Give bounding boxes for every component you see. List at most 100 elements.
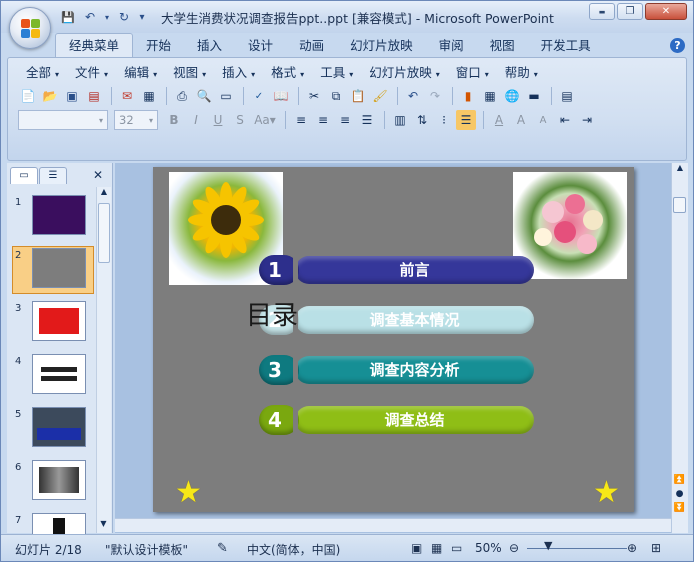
menu-item-2[interactable]: 编辑 ▾ [116, 64, 165, 82]
editor-vertical-scrollbar[interactable]: ▲ ⏫ ● ⏬ [671, 163, 688, 533]
tab-slides[interactable]: ▭ [10, 167, 38, 184]
tab-1[interactable]: 开始 [133, 35, 184, 57]
minimize-button[interactable]: ▬ [589, 3, 615, 20]
scroll-up-icon[interactable]: ▲ [672, 163, 688, 177]
page-setup-icon[interactable]: ▭ [216, 86, 236, 106]
save-icon[interactable]: ▣ [62, 86, 82, 106]
redo-icon[interactable]: ↻ [115, 9, 133, 25]
increase-indent-icon[interactable]: ⇥ [577, 110, 597, 130]
restore-button[interactable]: ❐ [617, 3, 643, 20]
publish-icon[interactable]: ▦ [139, 86, 159, 106]
tab-0[interactable]: 经典菜单 [55, 33, 134, 57]
paste-icon[interactable]: 📋 [348, 86, 368, 106]
tab-outline[interactable]: ☰ [39, 167, 67, 184]
menu-item-0[interactable]: 全部 ▾ [18, 64, 67, 82]
tab-8[interactable]: 开发工具 [528, 35, 604, 57]
slide-canvas[interactable]: 目录 前言 1 调查基本情况 2 调查内容分析 3 调查总结 4 ★ ★ [153, 167, 634, 512]
tab-3[interactable]: 设计 [235, 35, 286, 57]
menu-item-5[interactable]: 格式 ▾ [263, 64, 312, 82]
slide-show-view-icon[interactable]: ▭ [451, 541, 462, 555]
close-button[interactable]: ✕ [645, 3, 687, 20]
copy-icon[interactable]: ⧉ [326, 86, 346, 106]
text-direction-icon[interactable]: ⇅ [412, 110, 432, 130]
align-right-icon[interactable]: ≡ [335, 110, 355, 130]
research-icon[interactable]: 📖 [271, 86, 291, 106]
font-color-icon[interactable]: A [489, 110, 509, 130]
save-icon[interactable]: 💾 [59, 9, 77, 25]
menu-item-1[interactable]: 文件 ▾ [67, 64, 116, 82]
slide-thumbnail[interactable] [32, 301, 86, 341]
slide-thumbnail[interactable] [32, 407, 86, 447]
tab-6[interactable]: 审阅 [426, 35, 477, 57]
office-button[interactable] [9, 7, 51, 49]
slide-title[interactable]: 目录 [246, 295, 298, 332]
permission-icon[interactable]: ▤ [84, 86, 104, 106]
zoom-slider-thumb[interactable]: ▼ [544, 539, 552, 552]
slide-sorter-view-icon[interactable]: ▦ [431, 541, 442, 555]
undo-icon[interactable]: ↶ [403, 86, 423, 106]
open-icon[interactable]: 📂 [40, 86, 60, 106]
slide-thumbnail[interactable] [32, 354, 86, 394]
toc-item-3[interactable]: 调查内容分析 3 [259, 355, 534, 385]
cut-icon[interactable]: ✂ [304, 86, 324, 106]
format-painter-icon[interactable]: 🖌 [370, 86, 390, 106]
decrease-indent-icon[interactable]: ⇤ [555, 110, 575, 130]
select-browse-object-icon[interactable]: ● [672, 489, 687, 499]
customize-qat-icon[interactable]: ▾ [137, 9, 147, 25]
slide-thumbnail[interactable] [32, 195, 86, 235]
grow-font-icon[interactable]: A [511, 110, 531, 130]
scroll-thumb[interactable] [98, 203, 110, 263]
columns-icon[interactable]: ▥ [390, 110, 410, 130]
scroll-down-icon[interactable]: ▼ [97, 519, 110, 533]
thumbnail-scrollbar[interactable]: ▲ ▼ [96, 187, 111, 533]
shadow-icon[interactable]: S [230, 110, 250, 130]
change-case-icon[interactable]: Aa▾ [252, 110, 278, 130]
chart-icon[interactable]: ▮ [458, 86, 478, 106]
table-icon[interactable]: ▦ [480, 86, 500, 106]
font-size-combo[interactable]: 32 ▾ [114, 110, 158, 130]
menu-item-6[interactable]: 工具 ▾ [312, 64, 361, 82]
scroll-up-icon[interactable]: ▲ [97, 187, 111, 201]
toc-item-4[interactable]: 调查总结 4 [259, 405, 534, 435]
scroll-thumb[interactable] [673, 197, 686, 213]
zoom-out-icon[interactable]: ⊖ [509, 541, 519, 555]
slide-thumbnail[interactable] [32, 248, 86, 288]
toc-item-1[interactable]: 前言 1 [259, 255, 534, 285]
next-slide-icon[interactable]: ⏬ [672, 503, 687, 513]
menu-item-4[interactable]: 插入 ▾ [214, 64, 263, 82]
toc-item-2[interactable]: 调查基本情况 2 [259, 305, 534, 335]
menu-item-8[interactable]: 窗口 ▾ [448, 64, 497, 82]
italic-icon[interactable]: I [186, 110, 206, 130]
email-icon[interactable]: ✉ [117, 86, 137, 106]
numbering-icon[interactable]: ☰ [456, 110, 476, 130]
language-indicator[interactable]: 中文(简体，中国) [247, 541, 340, 558]
print-icon[interactable]: ⎙ [172, 86, 192, 106]
menu-item-7[interactable]: 幻灯片放映 ▾ [361, 64, 448, 82]
close-pane-icon[interactable]: ✕ [93, 168, 103, 182]
horizontal-scrollbar[interactable] [115, 518, 671, 532]
help-icon[interactable]: ? [670, 38, 685, 53]
color-grayscale-icon[interactable]: ▬ [524, 86, 544, 106]
font-name-combo[interactable]: ▾ [18, 110, 108, 130]
new-icon[interactable]: 📄 [18, 86, 38, 106]
align-center-icon[interactable]: ≡ [313, 110, 333, 130]
bold-icon[interactable]: B [164, 110, 184, 130]
fit-to-window-icon[interactable]: ⊞ [651, 541, 661, 555]
zoom-level[interactable]: 50% [475, 541, 502, 555]
tab-4[interactable]: 动画 [286, 35, 337, 57]
tab-7[interactable]: 视图 [477, 35, 528, 57]
spelling-icon[interactable]: ✓ [249, 86, 269, 106]
undo-icon[interactable]: ↶ [81, 9, 99, 25]
tab-2[interactable]: 插入 [184, 35, 235, 57]
print-preview-icon[interactable]: 🔍 [194, 86, 214, 106]
menu-item-3[interactable]: 视图 ▾ [165, 64, 214, 82]
tab-5[interactable]: 幻灯片放映 [337, 35, 426, 57]
normal-view-icon[interactable]: ▣ [411, 541, 422, 555]
globe-icon[interactable]: 🌐 [502, 86, 522, 106]
new-slide-icon[interactable]: ▤ [557, 86, 577, 106]
undo-dropdown-icon[interactable]: ▾ [103, 9, 111, 25]
underline-icon[interactable]: U [208, 110, 228, 130]
justify-icon[interactable]: ☰ [357, 110, 377, 130]
zoom-slider[interactable] [527, 548, 627, 549]
menu-item-9[interactable]: 帮助 ▾ [497, 64, 546, 82]
